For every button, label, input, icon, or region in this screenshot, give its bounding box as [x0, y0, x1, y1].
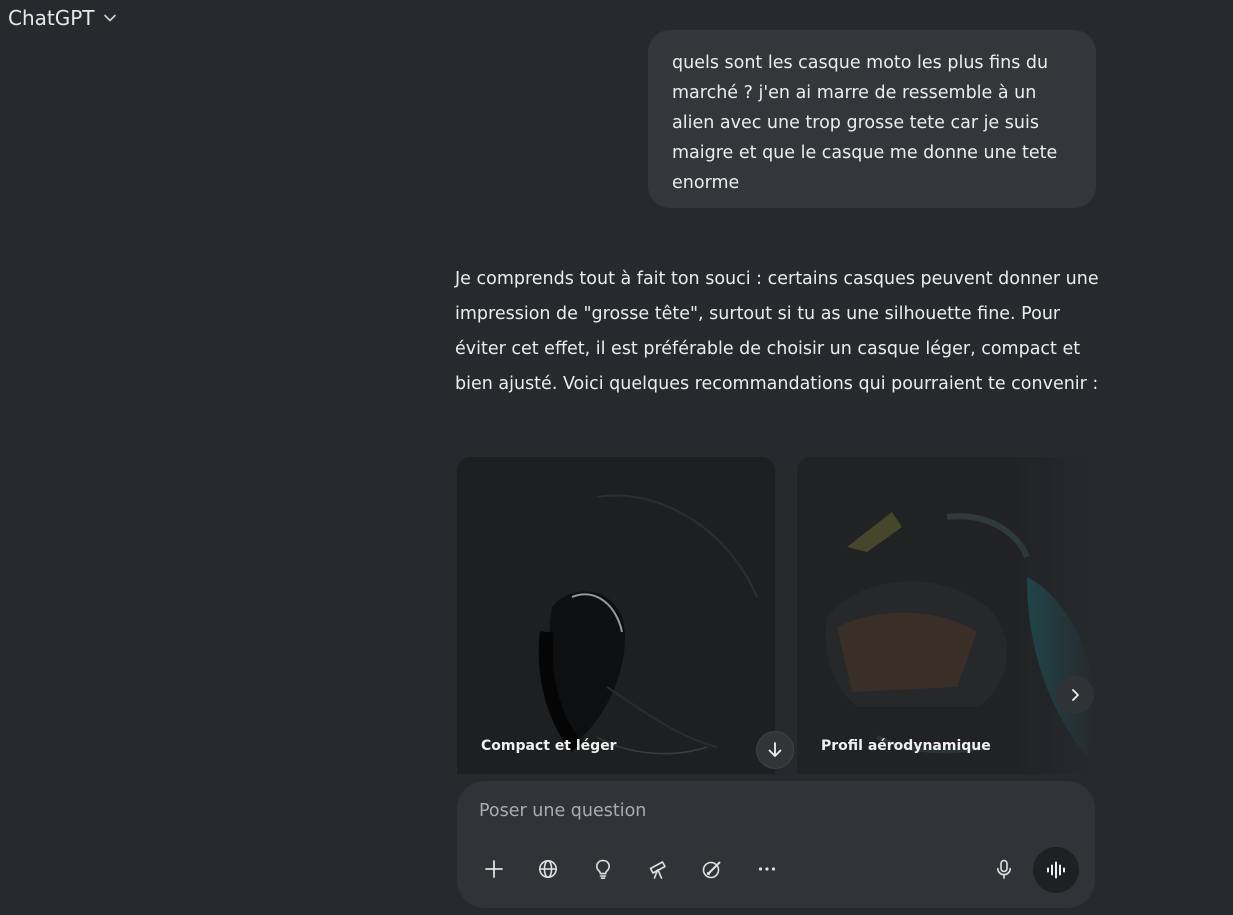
dictate-button[interactable] [986, 851, 1022, 887]
model-switcher[interactable]: ChatGPT [8, 6, 117, 30]
plus-icon [485, 860, 503, 878]
composer [457, 781, 1095, 908]
telescope-icon [649, 861, 666, 879]
image-carousel: Compact et léger Profil aérodynamique [457, 457, 1093, 774]
card-caption: Profil aérodynamique [821, 738, 991, 754]
microphone-icon [997, 859, 1011, 879]
reason-button[interactable] [585, 851, 621, 887]
deep-research-button[interactable] [640, 851, 676, 887]
helmet-image [457, 457, 775, 774]
scroll-to-bottom-button[interactable] [756, 731, 794, 769]
create-image-button[interactable] [694, 851, 730, 887]
user-message-bubble: quels sont les casque moto les plus fins… [648, 30, 1096, 208]
voice-mode-icon [1047, 861, 1065, 879]
search-web-button[interactable] [530, 851, 566, 887]
arrow-down-icon [768, 742, 782, 757]
plus-button[interactable] [476, 851, 512, 887]
globe-icon [539, 860, 557, 878]
paintbrush-icon [702, 861, 721, 879]
image-card[interactable]: Compact et léger [457, 457, 775, 774]
prompt-input[interactable] [479, 801, 1059, 831]
more-icon [758, 867, 776, 871]
model-label: ChatGPT [8, 6, 95, 30]
more-tools-button[interactable] [749, 851, 785, 887]
lightbulb-icon [596, 859, 610, 879]
card-caption: Compact et léger [481, 738, 617, 754]
user-message-text: quels sont les casque moto les plus fins… [672, 53, 1058, 193]
assistant-message: Je comprends tout à fait ton souci : cer… [455, 269, 1099, 394]
carousel-next-button[interactable] [1056, 676, 1094, 714]
chevron-right-icon [1072, 689, 1079, 701]
carousel-fade [1013, 457, 1093, 774]
chat-app: ChatGPT quels sont les casque moto les p… [0, 0, 1233, 915]
voice-mode-button[interactable] [1033, 847, 1079, 893]
chevron-down-icon [103, 6, 117, 30]
